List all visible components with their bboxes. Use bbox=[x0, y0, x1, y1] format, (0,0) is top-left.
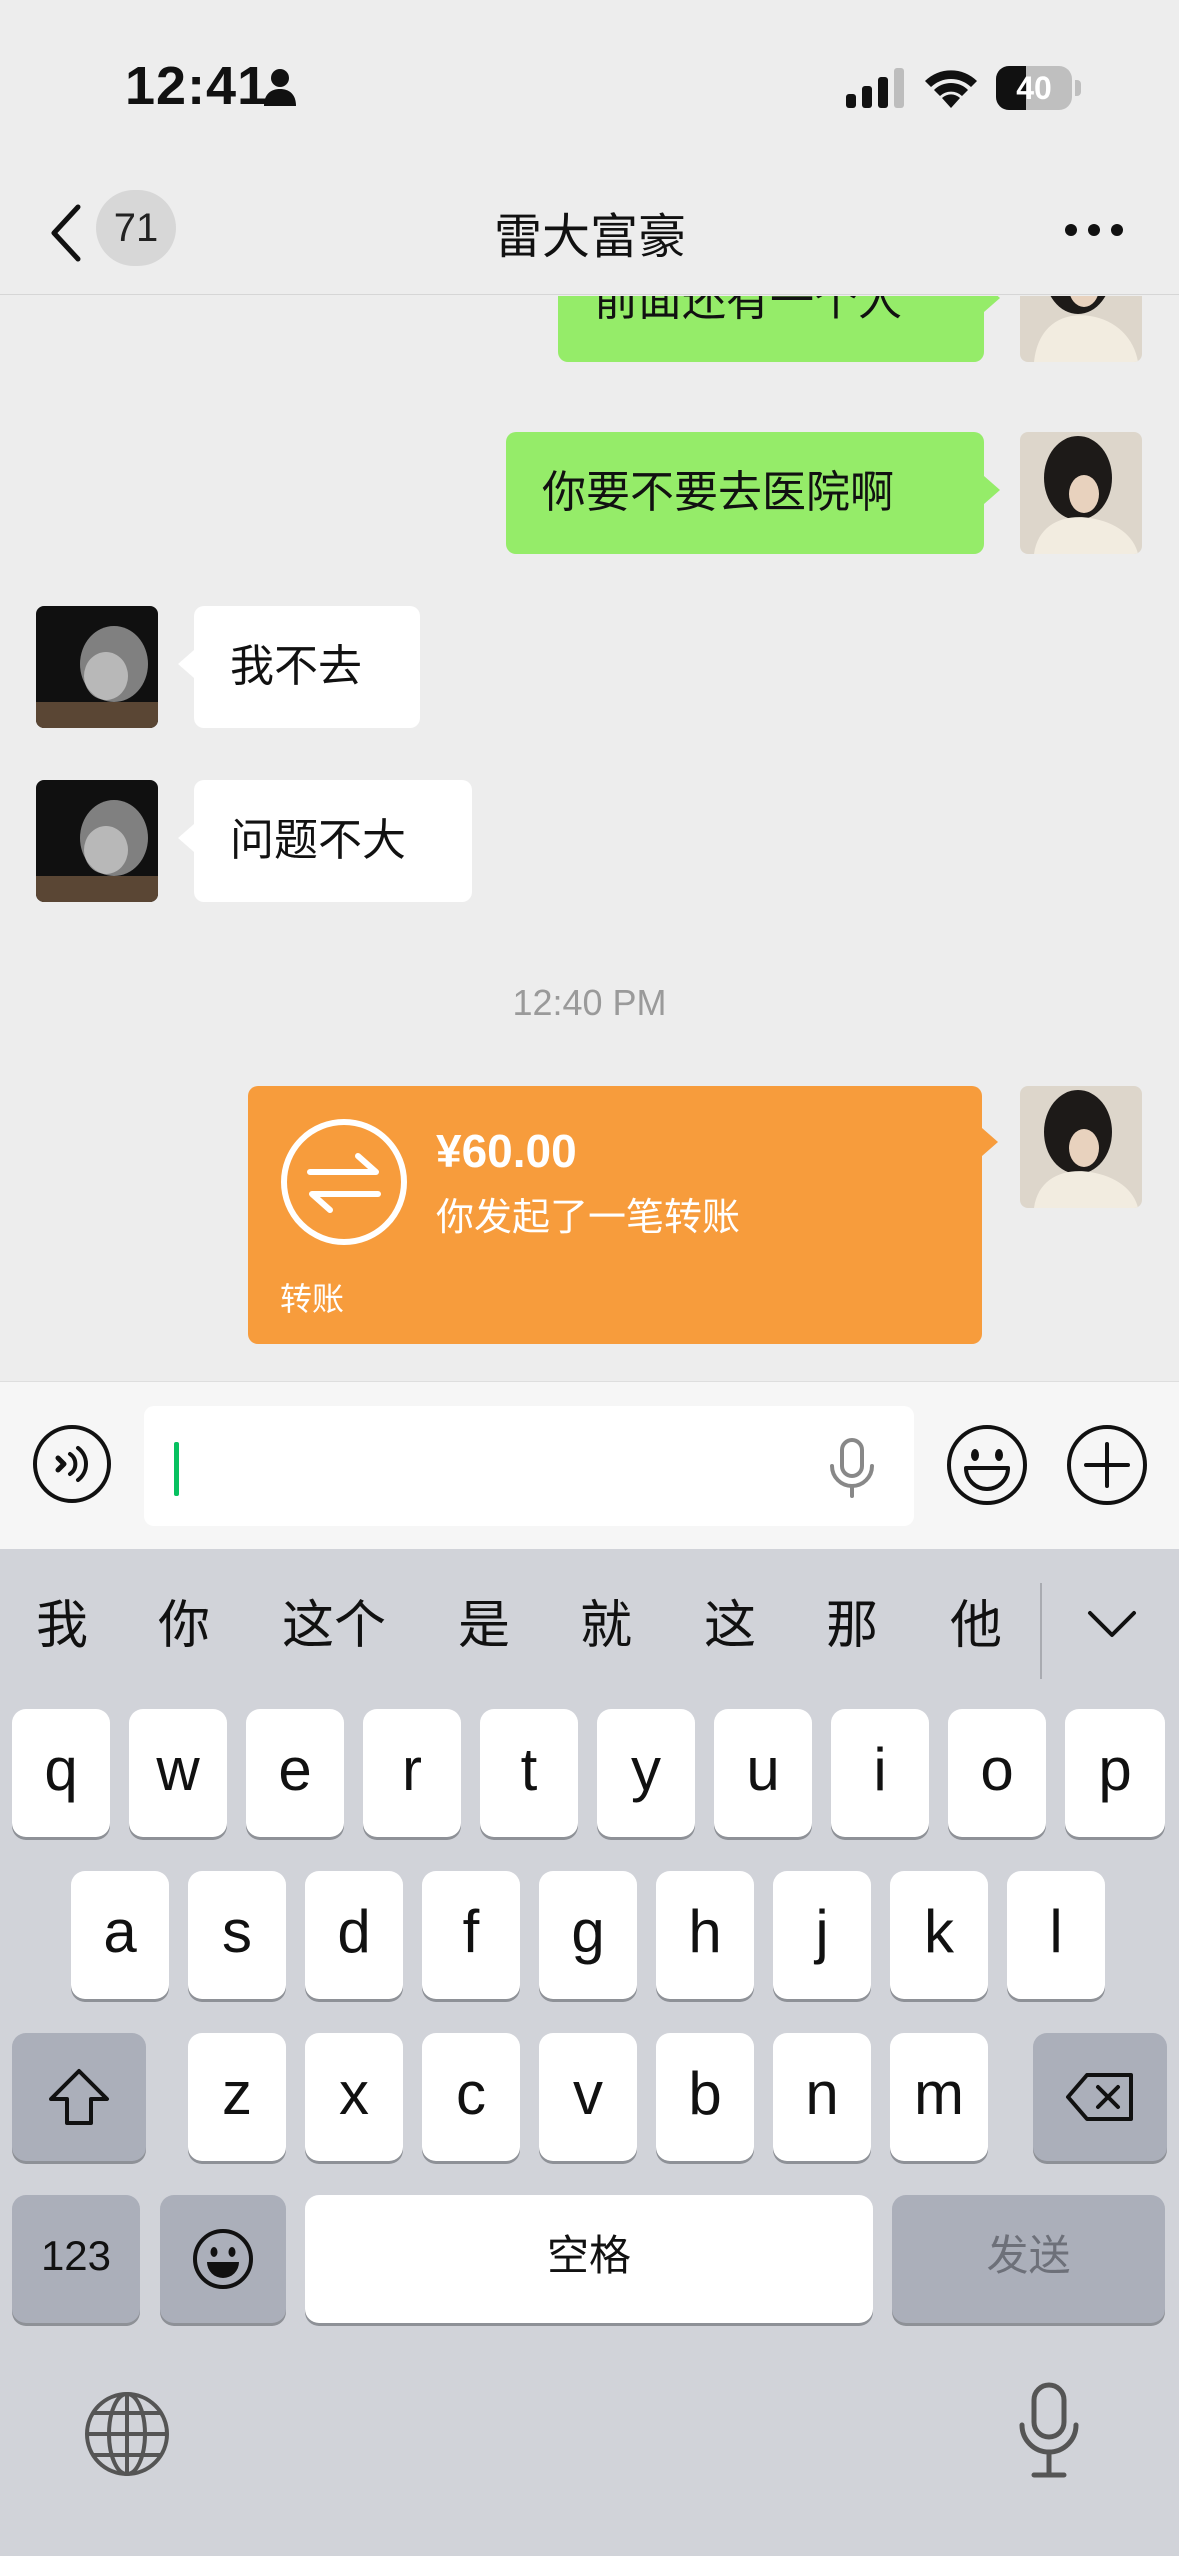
message-input[interactable] bbox=[144, 1406, 914, 1526]
key-d[interactable]: d bbox=[305, 1871, 403, 1999]
key-t[interactable]: t bbox=[480, 1709, 578, 1837]
key-y[interactable]: y bbox=[597, 1709, 695, 1837]
key-w[interactable]: w bbox=[129, 1709, 227, 1837]
chat-title: 雷大富豪 bbox=[493, 209, 686, 265]
candidate-divider bbox=[1040, 1583, 1042, 1679]
dictation-mic-icon[interactable] bbox=[1014, 2381, 1084, 2481]
my-avatar[interactable] bbox=[1020, 1086, 1142, 1208]
key-z[interactable]: z bbox=[188, 2033, 286, 2161]
key-i[interactable]: i bbox=[831, 1709, 929, 1837]
battery-level-text: 40 bbox=[1016, 70, 1052, 106]
emoji-key[interactable] bbox=[160, 2195, 286, 2323]
transfer-amount: ¥60.00 bbox=[436, 1125, 577, 1177]
contact-message-bubble[interactable]: 问题不大 bbox=[194, 780, 472, 902]
status-bar: 12:41 40 bbox=[0, 0, 1179, 175]
microphone-icon[interactable] bbox=[824, 1438, 880, 1498]
backspace-key[interactable] bbox=[1033, 2033, 1167, 2161]
key-e[interactable]: e bbox=[246, 1709, 344, 1837]
shift-key[interactable] bbox=[12, 2033, 146, 2161]
unread-count-badge[interactable]: 71 bbox=[96, 190, 176, 266]
key-n[interactable]: n bbox=[773, 2033, 871, 2161]
chevron-down-icon[interactable] bbox=[1086, 1609, 1138, 1641]
candidate-word[interactable]: 你 bbox=[152, 1593, 216, 1659]
space-key[interactable]: 空格 bbox=[305, 2195, 873, 2323]
plus-icon[interactable] bbox=[1066, 1424, 1148, 1506]
keyboard: 我 你 这个 是 就 这 那 他 q w e r t y u i o p a s… bbox=[0, 1549, 1179, 2556]
key-r[interactable]: r bbox=[363, 1709, 461, 1837]
key-j[interactable]: j bbox=[773, 1871, 871, 1999]
candidate-word[interactable]: 这个 bbox=[270, 1593, 398, 1659]
key-l[interactable]: l bbox=[1007, 1871, 1105, 1999]
transfer-card[interactable]: ¥60.00 你发起了一笔转账 转账 bbox=[248, 1086, 982, 1344]
backspace-icon bbox=[1066, 2073, 1133, 2121]
key-c[interactable]: c bbox=[422, 2033, 520, 2161]
candidate-word[interactable]: 那 bbox=[820, 1593, 884, 1659]
key-g[interactable]: g bbox=[539, 1871, 637, 1999]
more-icon[interactable] bbox=[1064, 223, 1124, 237]
message-text: 你要不要去医院啊 bbox=[542, 467, 894, 518]
globe-icon[interactable] bbox=[82, 2389, 172, 2479]
wifi-icon bbox=[925, 70, 977, 108]
voice-icon[interactable] bbox=[32, 1424, 112, 1504]
emoji-icon[interactable] bbox=[946, 1424, 1028, 1506]
key-s[interactable]: s bbox=[188, 1871, 286, 1999]
candidate-word[interactable]: 这 bbox=[698, 1593, 762, 1659]
candidate-word[interactable]: 是 bbox=[452, 1593, 516, 1659]
candidate-word[interactable]: 他 bbox=[944, 1593, 1008, 1659]
my-avatar[interactable] bbox=[1020, 296, 1142, 362]
key-u[interactable]: u bbox=[714, 1709, 812, 1837]
key-m[interactable]: m bbox=[890, 2033, 988, 2161]
key-q[interactable]: q bbox=[12, 1709, 110, 1837]
key-a[interactable]: a bbox=[71, 1871, 169, 1999]
cellular-signal-icon bbox=[846, 68, 904, 108]
key-o[interactable]: o bbox=[948, 1709, 1046, 1837]
send-key[interactable]: 发送 bbox=[892, 2195, 1165, 2323]
key-k[interactable]: k bbox=[890, 1871, 988, 1999]
input-bar bbox=[0, 1381, 1179, 1549]
text-caret bbox=[174, 1442, 179, 1496]
message-timestamp: 12:40 PM bbox=[512, 982, 667, 1023]
message-text: 问题不大 bbox=[230, 815, 406, 866]
candidate-bar: 我 你 这个 是 就 这 那 他 bbox=[0, 1549, 1179, 1699]
key-f[interactable]: f bbox=[422, 1871, 520, 1999]
message-text: 前面还有一个人 bbox=[594, 296, 902, 326]
key-x[interactable]: x bbox=[305, 2033, 403, 2161]
transfer-label: 转账 bbox=[280, 1280, 345, 1318]
back-chevron-icon[interactable] bbox=[48, 203, 84, 263]
message-text: 我不去 bbox=[230, 641, 362, 692]
candidate-word[interactable]: 就 bbox=[574, 1593, 638, 1659]
key-v[interactable]: v bbox=[539, 2033, 637, 2161]
my-message-bubble[interactable]: 你要不要去医院啊 bbox=[506, 432, 984, 554]
status-time: 12:41 bbox=[125, 56, 269, 116]
emoji-key-icon bbox=[193, 2229, 253, 2289]
chat-header: 71 雷大富豪 bbox=[0, 175, 1179, 295]
numbers-key[interactable]: 123 bbox=[12, 2195, 140, 2323]
candidate-word[interactable]: 我 bbox=[30, 1593, 94, 1659]
key-b[interactable]: b bbox=[656, 2033, 754, 2161]
contact-avatar[interactable] bbox=[36, 780, 158, 902]
key-p[interactable]: p bbox=[1065, 1709, 1165, 1837]
battery-icon: 40 bbox=[996, 66, 1082, 110]
key-h[interactable]: h bbox=[656, 1871, 754, 1999]
my-message-bubble[interactable]: 前面还有一个人 bbox=[558, 296, 984, 362]
my-avatar[interactable] bbox=[1020, 432, 1142, 554]
person-icon bbox=[264, 69, 296, 106]
transfer-icon bbox=[281, 1119, 407, 1245]
message-list[interactable]: 前面还有一个人 你要不要去医院啊 我不去 问题不大 12:40 PM ¥60.0… bbox=[0, 296, 1179, 1381]
shift-icon bbox=[49, 2069, 109, 2125]
contact-message-bubble[interactable]: 我不去 bbox=[194, 606, 420, 728]
transfer-description: 你发起了一笔转账 bbox=[436, 1195, 741, 1239]
contact-avatar[interactable] bbox=[36, 606, 158, 728]
